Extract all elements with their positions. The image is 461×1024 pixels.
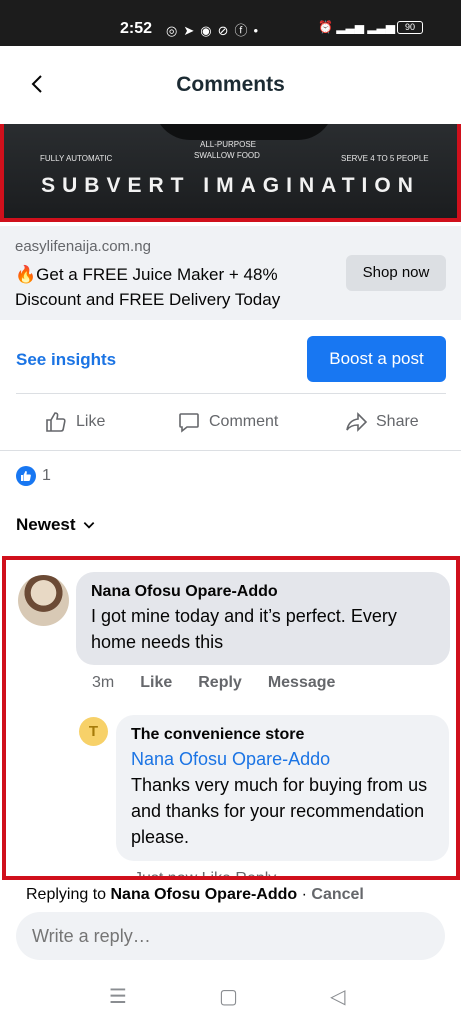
reply-meta: Just now Like Reply [134,870,277,880]
reply-bubble[interactable]: The convenience store Nana Ofosu Opare-A… [116,715,449,861]
comment-bubble[interactable]: Nana Ofosu Opare-Addo I got mine today a… [76,572,450,665]
sort-dropdown[interactable]: Newest [16,515,96,535]
replying-target: Nana Ofosu Opare-Addo [110,886,298,903]
banner-tagline: SUBVERT IMAGINATION [41,174,420,197]
notification-icons: ◎➤◉⊘ⓕ• [166,23,265,38]
comment-thread: Nana Ofosu Opare-Addo I got mine today a… [2,556,460,880]
divider [16,393,446,394]
comment-label: Comment [209,413,279,430]
banner-caption-center-1: ALL-PURPOSE [200,140,257,149]
reply-input[interactable] [16,912,445,960]
divider [0,450,461,451]
cancel-reply-button[interactable]: Cancel [311,886,363,903]
replying-prefix: Replying to [26,886,107,903]
thumbs-up-icon [46,412,66,432]
banner-caption-center-2: SWALLOW FOOD [194,151,260,160]
avatar[interactable] [18,575,69,626]
post-actions-bar: Like Comment Share [0,395,461,449]
product-image [154,124,334,140]
banner-caption-left: FULLY AUTOMATIC [40,154,113,163]
reactions-summary[interactable]: 1 [16,466,51,486]
share-button[interactable]: Share [344,409,419,435]
battery-icon: 90 [397,21,423,34]
shop-now-button[interactable]: Shop now [346,255,446,291]
comment-like-button[interactable]: Like [140,674,172,692]
comment-meta: 3m Like Reply Message [92,674,335,692]
like-reaction-icon [16,466,36,486]
ad-headline: 🔥Get a FREE Juice Maker + 48% Discount a… [15,265,281,309]
comment-reply-button[interactable]: Reply [198,674,242,692]
status-bar: 2:52 ◎➤◉⊘ⓕ• ⏰ ▂▃▅ ▂▃▅ 90 [0,0,461,46]
comment-message-button[interactable]: Message [268,674,336,692]
menu-icon[interactable]: ☰ [109,984,127,1009]
top-bar: Comments [0,46,461,124]
replying-to-bar: Replying to Nana Ofosu Opare-Addo · Canc… [26,886,364,904]
signal-icons: ⏰ ▂▃▅ ▂▃▅ [318,20,395,34]
comment-time: 3m [92,674,115,691]
sort-label: Newest [16,515,76,534]
avatar[interactable]: T [79,717,108,746]
reply-author[interactable]: The convenience store [131,724,434,746]
system-nav-bar: ☰ ▢ ◁ [0,968,461,1024]
back-icon[interactable]: ◁ [330,984,345,1009]
comment-text: I got mine today and it’s perfect. Every… [91,606,397,652]
like-label: Like [76,413,106,430]
see-insights-link[interactable]: See insights [16,350,116,370]
chevron-down-icon [83,522,94,529]
replying-separator: · [297,886,312,903]
page-title: Comments [176,73,285,96]
status-time: 2:52 [120,20,153,37]
home-icon[interactable]: ▢ [219,984,238,1009]
reaction-count: 1 [42,467,51,484]
comment-button[interactable]: Comment [177,409,278,435]
ad-banner-image[interactable]: FULLY AUTOMATIC ALL-PURPOSE SWALLOW FOOD… [0,124,461,222]
comment-author[interactable]: Nana Ofosu Opare-Addo [91,581,435,603]
like-button[interactable]: Like [44,409,105,435]
banner-caption-right: SERVE 4 TO 5 PEOPLE [341,154,429,163]
share-icon [346,412,368,432]
reply-text: Thanks very much for buying from us and … [131,775,428,847]
reply-mention[interactable]: Nana Ofosu Opare-Addo [131,746,434,772]
ad-info[interactable]: easylifenaija.com.ng 🔥Get a FREE Juice M… [0,226,461,320]
share-label: Share [376,413,419,430]
boost-post-button[interactable]: Boost a post [307,336,446,382]
comment-icon [179,413,199,433]
ad-domain: easylifenaija.com.ng [15,238,151,255]
